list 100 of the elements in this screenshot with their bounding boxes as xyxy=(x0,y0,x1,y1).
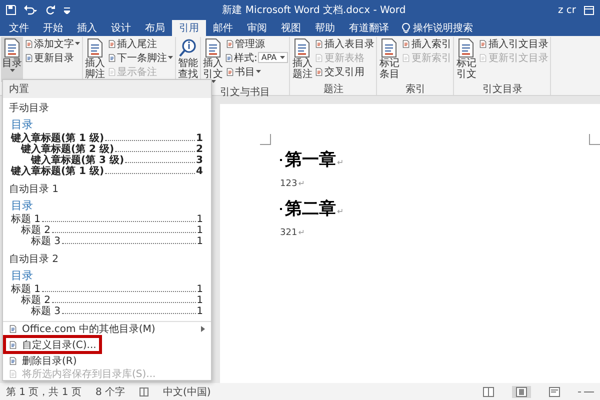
ribbon-button[interactable]: 目录 xyxy=(1,37,23,82)
ribbon-tab[interactable]: 布局 xyxy=(138,20,172,36)
toc-heading: 目录 xyxy=(11,268,34,283)
toc-heading: 目录 xyxy=(11,198,34,213)
ribbon-button[interactable]: 插入尾注 xyxy=(107,37,174,50)
gallery-title: 自动目录 1 xyxy=(8,183,60,197)
menu-item[interactable]: Office.com 中的其他目录(M) xyxy=(3,322,211,335)
document-icon xyxy=(25,40,33,48)
document-icon xyxy=(226,40,234,48)
ribbon-button[interactable]: 插入脚注 xyxy=(84,37,106,82)
ribbon-tab[interactable]: 审阅 xyxy=(240,20,274,36)
page-number: 1 xyxy=(196,306,203,317)
toc-entry: 标题 1 xyxy=(11,214,41,225)
toc-preview[interactable]: 目录 标题 1 1 标题 2 1 标题 3 1 xyxy=(11,197,203,249)
group-label: 引文目录 xyxy=(481,82,524,95)
caret-icon xyxy=(210,80,216,84)
save-icon[interactable] xyxy=(6,5,16,15)
gallery-title: 手动目录 xyxy=(8,102,50,116)
margin-mark-icon xyxy=(589,134,600,145)
ribbon-button[interactable]: 标记条目 xyxy=(378,37,400,82)
document-icon xyxy=(108,54,116,62)
style-dropdown[interactable]: APA xyxy=(258,52,288,63)
ribbon-button[interactable]: 插入索引 xyxy=(401,37,452,50)
page-number: 1 xyxy=(196,295,203,306)
ribbon-display-icon[interactable] xyxy=(584,6,594,14)
toc-preview[interactable]: 目录 键入章标题(第 1 级) 1 键入章标题(第 2 级) 2 键入章标题(第 3 级) 3 键入章标题(第 1 级) 4 xyxy=(11,116,203,179)
ribbon-button[interactable]: 标记引文 xyxy=(455,37,478,82)
ribbon-tab[interactable]: 设计 xyxy=(104,20,138,36)
ribbon-button[interactable]: 插入表目录 xyxy=(314,37,376,50)
submenu-arrow-icon xyxy=(201,326,205,332)
toc-entry: 标题 2 xyxy=(21,295,51,306)
ribbon-tab[interactable]: 视图 xyxy=(274,20,308,36)
caret-icon xyxy=(168,56,173,60)
style-label: 样式: xyxy=(234,52,258,64)
ribbon-button[interactable]: 交叉引用 xyxy=(314,65,376,78)
ribbon-tab[interactable]: 文件 xyxy=(2,20,36,36)
document-icon xyxy=(9,340,17,348)
zoom-out-icon[interactable] xyxy=(578,390,594,394)
status-text: 8 个字 xyxy=(95,386,125,398)
paragraph-mark: ↵ xyxy=(298,228,305,237)
document-icon xyxy=(108,68,116,76)
page-number: 1 xyxy=(196,284,203,295)
tell-me-search[interactable]: 操作说明搜索 xyxy=(396,20,479,36)
toc-entry: 标题 3 xyxy=(31,306,61,317)
ribbon-tab[interactable]: 邮件 xyxy=(206,20,240,36)
group-label: 索引 xyxy=(404,82,426,95)
document-icon xyxy=(479,54,488,62)
ribbon-button[interactable]: 管理源 xyxy=(225,37,288,50)
proofing-icon[interactable] xyxy=(139,386,149,396)
ribbon-button[interactable]: 插入引文目录 xyxy=(478,37,550,50)
page-number: 4 xyxy=(196,166,203,177)
toc-entry: 键入章标题(第 1 级) xyxy=(11,166,104,177)
body-text: 321 xyxy=(280,228,298,238)
document-icon xyxy=(225,54,233,62)
view-button[interactable] xyxy=(512,386,531,398)
ribbon-button[interactable]: 添加文字 xyxy=(24,37,81,50)
toc-entry: 标题 2 xyxy=(21,225,51,236)
margin-mark-icon xyxy=(260,134,271,145)
customize-caret-icon[interactable] xyxy=(64,6,70,14)
document-icon xyxy=(315,54,324,62)
toc-entry: 键入章标题(第 3 级) xyxy=(31,155,124,166)
body-text: 123 xyxy=(280,179,298,189)
document-icon xyxy=(315,40,324,48)
user-name: z cr xyxy=(558,4,576,16)
caret-icon xyxy=(256,70,261,74)
document-icon xyxy=(25,54,33,62)
group-label: 引文与书目 xyxy=(219,86,272,98)
menu-item[interactable]: 删除目录(R) xyxy=(3,354,211,367)
redo-icon[interactable] xyxy=(46,5,56,15)
toc-preview[interactable]: 目录 标题 1 1 标题 2 1 标题 3 1 xyxy=(11,267,203,319)
document-icon xyxy=(402,40,410,48)
document-icon xyxy=(9,370,17,378)
chapter-heading: 第一章 xyxy=(285,149,336,171)
ribbon-button[interactable]: 下一条脚注 xyxy=(107,51,174,64)
undo-icon[interactable] xyxy=(24,5,38,15)
page-number: 3 xyxy=(196,155,203,166)
paragraph-mark: ↵ xyxy=(337,158,344,167)
document-icon xyxy=(315,68,324,76)
status-text: 第 1 页，共 1 页 xyxy=(6,386,82,398)
page-number: 1 xyxy=(196,133,203,144)
menu-item[interactable]: 自定义目录(C)... xyxy=(3,335,102,354)
status-text: 中文(中国) xyxy=(163,386,211,398)
gallery-title: 自动目录 2 xyxy=(8,253,60,267)
document-icon xyxy=(402,54,410,62)
caret-icon xyxy=(75,42,80,46)
ribbon-tab[interactable]: 开始 xyxy=(36,20,70,36)
print-layout-icon xyxy=(516,386,527,396)
ribbon-tab[interactable]: 帮助 xyxy=(308,20,342,36)
lightbulb-icon xyxy=(402,23,410,33)
group-label: 题注 xyxy=(322,82,344,95)
ribbon-button[interactable]: 更新目录 xyxy=(24,51,81,64)
document-icon xyxy=(108,40,116,48)
caret-icon xyxy=(10,69,14,73)
ribbon-tab[interactable]: 插入 xyxy=(70,20,104,36)
ribbon-button[interactable]: 书目 xyxy=(225,65,288,78)
ribbon-tab[interactable]: 有道翻译 xyxy=(342,20,396,36)
toc-heading: 目录 xyxy=(11,117,34,132)
ribbon-button[interactable]: 插入题注 xyxy=(291,37,314,82)
ribbon-tab[interactable]: 引用 xyxy=(172,20,206,36)
ribbon-button[interactable]: 智能查找 xyxy=(177,37,199,82)
